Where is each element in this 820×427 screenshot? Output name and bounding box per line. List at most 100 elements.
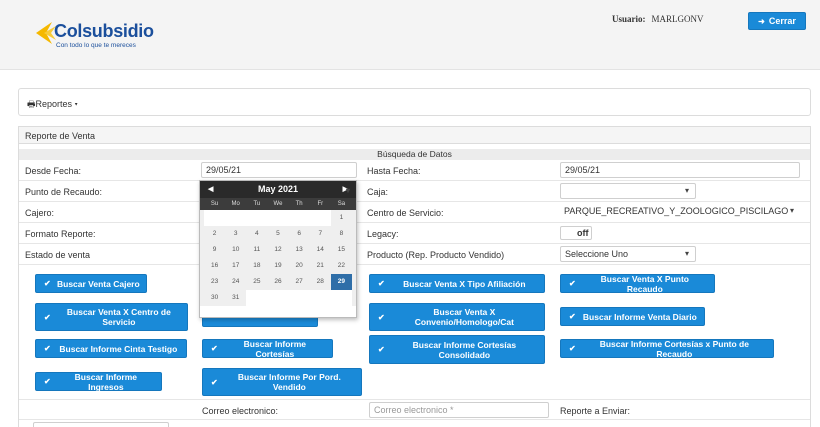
- buscar-venta-convenio-button[interactable]: ✔ Buscar Venta X Convenio/Homologo/Cat: [369, 303, 545, 331]
- button-label: Buscar Venta X Punto Recaudo: [600, 273, 690, 294]
- centro-label: Centro de Servicio:: [367, 208, 444, 218]
- reporte-select-partial[interactable]: [33, 422, 169, 427]
- calendar-day[interactable]: 1: [331, 210, 352, 226]
- form-row-formato: Formato Reporte: Legacy: off: [19, 223, 810, 244]
- check-icon: ✔: [378, 279, 385, 288]
- producto-select[interactable]: Seleccione Uno: [560, 246, 696, 262]
- calendar-day[interactable]: 23: [204, 274, 225, 290]
- button-label: Buscar Venta Cajero: [57, 278, 140, 289]
- weekday-label: Th: [295, 201, 303, 207]
- button-label: Buscar Informe Ingresos: [74, 371, 138, 392]
- day-grid: 1 2 3 4 5 6 7 8 9 10 11 12 13 14 15 16 17 18 19 20 21 22 23 24 2…: [200, 210, 356, 306]
- calendar-day[interactable]: 11: [246, 242, 267, 258]
- calendar-empty-cell: [288, 210, 310, 226]
- calendar-day[interactable]: 30: [204, 290, 225, 306]
- calendar-day[interactable]: 3: [225, 226, 246, 242]
- calendar-day[interactable]: 9: [204, 242, 225, 258]
- calendar-day[interactable]: 12: [267, 242, 288, 258]
- prev-month-button[interactable]: ◀: [208, 181, 213, 198]
- calendar-day[interactable]: 15: [331, 242, 352, 258]
- calendar-day[interactable]: 22: [331, 258, 352, 274]
- datepicker-header: ◀ May 2021 ▶: [200, 181, 356, 198]
- calendar-day[interactable]: 5: [267, 226, 288, 242]
- legacy-label: Legacy:: [367, 229, 399, 239]
- button-label: Buscar Informe Cortesías Consolidado: [412, 339, 517, 360]
- centro-select[interactable]: PARQUE_RECREATIVO_Y_ZOOLOGICO_PISCILAGO: [560, 204, 800, 220]
- print-icon: 🖶: [27, 99, 36, 109]
- buscar-venta-cajero-button[interactable]: ✔ Buscar Venta Cajero: [35, 274, 147, 293]
- calendar-day[interactable]: 18: [246, 258, 267, 274]
- weekday-row: Su Mo Tu We Th Fr Sa: [200, 198, 356, 210]
- check-icon: ✔: [211, 377, 218, 387]
- calendar-day[interactable]: 2: [204, 226, 225, 242]
- buscar-informe-producto-vendido-button[interactable]: ✔ Buscar Informe Por Pord. Vendido: [202, 368, 362, 396]
- caja-select[interactable]: [560, 183, 696, 199]
- logo-name: Colsubsidio: [54, 21, 154, 41]
- calendar-day[interactable]: 16: [204, 258, 225, 274]
- form-row-estado: Estado de venta Producto (Rep. Producto …: [19, 244, 810, 265]
- buscar-informe-cinta-testigo-button[interactable]: ✔ Buscar Informe Cinta Testigo: [35, 339, 187, 358]
- calendar-day[interactable]: 24: [225, 274, 246, 290]
- calendar-day[interactable]: 6: [289, 226, 310, 242]
- buscar-venta-tipo-afiliacion-button[interactable]: ✔ Buscar Venta X Tipo Afiliación: [369, 274, 545, 293]
- panel-title: Reporte de Venta: [19, 127, 810, 144]
- buscar-informe-cortesias-punto-button[interactable]: ✔ Buscar Informe Cortesías x Punto de Rec…: [560, 338, 774, 359]
- user-info: Usuario: MARLGONV: [612, 14, 704, 24]
- desde-date-input[interactable]: 29/05/21: [201, 162, 357, 178]
- legacy-toggle[interactable]: off: [560, 226, 592, 240]
- calendar-day[interactable]: 17: [225, 258, 246, 274]
- check-icon: ✔: [44, 344, 51, 353]
- calendar-day[interactable]: 21: [310, 258, 331, 274]
- weekday-label: We: [273, 201, 283, 207]
- producto-label: Producto (Rep. Producto Vendido): [367, 250, 505, 260]
- hasta-label: Hasta Fecha:: [367, 166, 421, 176]
- datepicker: ◀ May 2021 ▶ SuMoTuWeThFrSa 123456789101…: [199, 180, 357, 318]
- button-label: Buscar Informe Por Pord. Vendido: [237, 372, 341, 392]
- calendar-day[interactable]: 27: [289, 274, 310, 290]
- calendar-week: 16 17 18 19 20 21 22: [200, 258, 356, 274]
- top-header: Colsubsidio Con todo lo que te mereces U…: [0, 0, 820, 70]
- correo-input[interactable]: Correo electronico *: [369, 402, 549, 418]
- weekday-label: Tu: [253, 201, 261, 207]
- logo-tagline: Con todo lo que te mereces: [56, 42, 136, 49]
- calendar-day[interactable]: 26: [267, 274, 288, 290]
- reporte-enviar-label: Reporte a Enviar:: [560, 406, 631, 416]
- report-panel: Reporte de Venta Búsqueda de Datos Desde…: [18, 126, 811, 427]
- cajero-label: Cajero:: [25, 208, 55, 218]
- calendar-day[interactable]: 19: [267, 258, 288, 274]
- buscar-venta-punto-recaudo-button[interactable]: ✔ Buscar Venta X Punto Recaudo: [560, 273, 715, 294]
- calendar-day[interactable]: 10: [225, 242, 246, 258]
- calendar-week: 23 24 25 26 27 28 29: [200, 274, 356, 290]
- calendar-day[interactable]: 13: [289, 242, 310, 258]
- section-title: Búsqueda de Datos: [19, 149, 810, 160]
- buscar-venta-centro-servicio-button[interactable]: ✔ Buscar Venta X Centro de Servicio: [35, 303, 188, 331]
- punto-label: Punto de Recaudo:: [25, 187, 103, 197]
- calendar-day-selected[interactable]: 29: [330, 274, 352, 290]
- buscar-informe-cortesias-button[interactable]: ✔ Buscar Informe Cortesías: [202, 339, 333, 359]
- calendar-day[interactable]: 20: [289, 258, 310, 274]
- buscar-informe-cortesias-consolidado-button[interactable]: ✔ Buscar Informe Cortesías Consolidado: [369, 335, 545, 364]
- calendar-day[interactable]: 7: [310, 226, 331, 242]
- reports-menu-label: Reportes: [35, 99, 73, 109]
- user-label: Usuario:: [612, 14, 646, 24]
- calendar-day[interactable]: 31: [225, 290, 246, 306]
- check-icon: ✔: [44, 279, 51, 288]
- calendar-day[interactable]: 4: [246, 226, 267, 242]
- calendar-week: 30 31: [200, 290, 356, 306]
- check-icon: ✔: [569, 344, 576, 353]
- reports-menu[interactable]: 🖶Reportes ▾: [27, 97, 78, 113]
- calendar-day[interactable]: 25: [246, 274, 267, 290]
- calendar-day[interactable]: 28: [310, 274, 331, 290]
- calendar-day[interactable]: 14: [310, 242, 331, 258]
- calendar-empty-cell: [246, 290, 268, 306]
- calendar-day[interactable]: 8: [331, 226, 352, 242]
- check-icon: ✔: [211, 344, 218, 353]
- button-label: Buscar Informe Cortesías x Punto de Reca…: [599, 338, 749, 359]
- hasta-date-input[interactable]: 29/05/21: [560, 162, 800, 178]
- buscar-informe-venta-diario-button[interactable]: ✔ Buscar Informe Venta Diario: [560, 307, 705, 326]
- buscar-informe-ingresos-button[interactable]: ✔ Buscar Informe Ingresos: [35, 371, 162, 392]
- calendar-week: 9 10 11 12 13 14 15: [200, 242, 356, 258]
- calendar-empty-cell: [246, 210, 268, 226]
- calendar-empty-cell: [225, 210, 247, 226]
- logout-button[interactable]: ➜ Cerrar: [748, 12, 806, 30]
